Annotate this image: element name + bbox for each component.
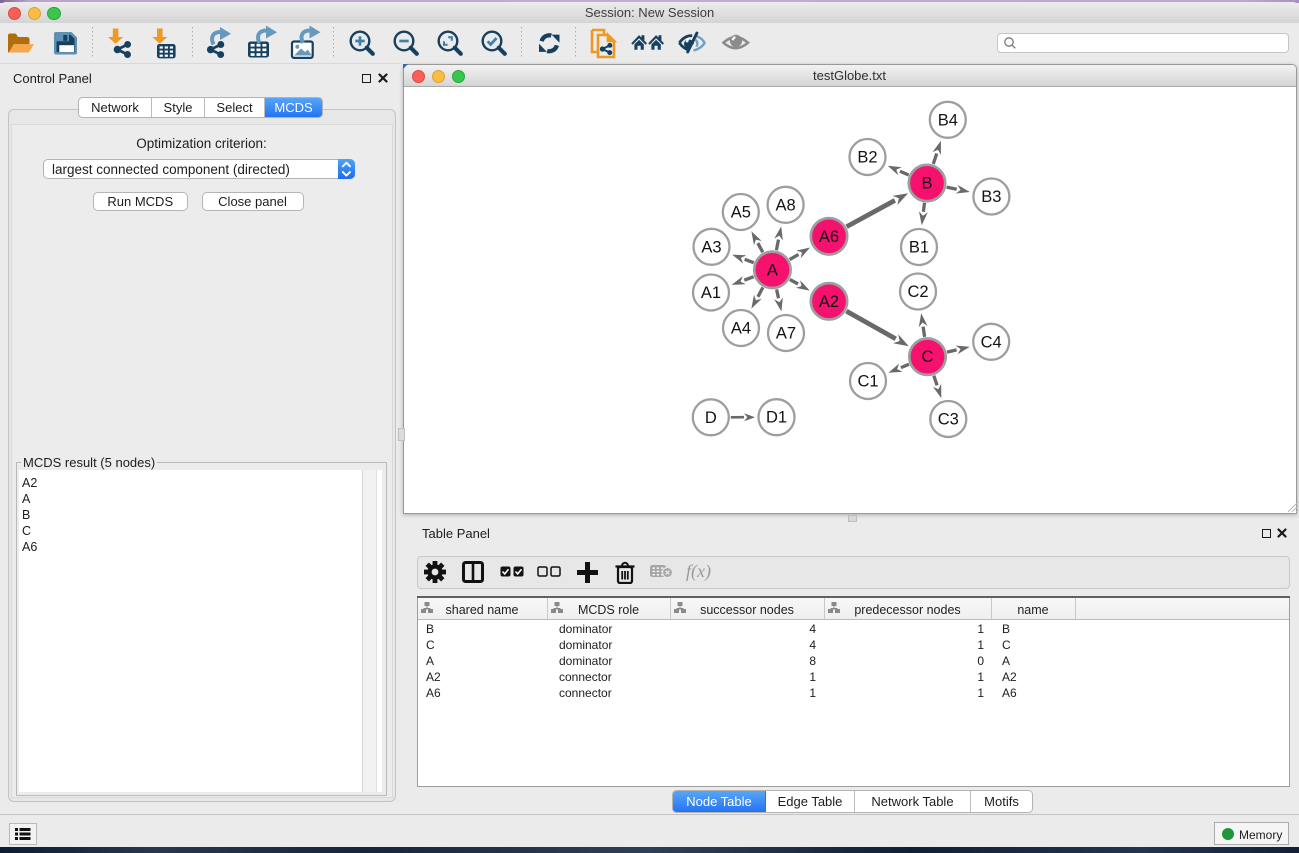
svg-text:A1: A1 [701,284,721,302]
svg-text:A7: A7 [776,325,796,343]
svg-text:A2: A2 [819,293,839,311]
svg-text:B: B [921,175,932,193]
svg-text:C2: C2 [907,283,928,301]
svg-text:B2: B2 [857,149,877,167]
svg-text:D: D [705,409,717,427]
svg-text:C: C [922,348,934,366]
svg-text:C4: C4 [981,333,1002,351]
svg-text:C1: C1 [857,373,878,391]
svg-text:A: A [767,261,778,279]
svg-text:B1: B1 [909,239,929,257]
svg-text:D1: D1 [766,409,787,427]
svg-text:A5: A5 [731,204,751,222]
svg-text:A8: A8 [776,196,796,214]
svg-text:B4: B4 [938,111,958,129]
svg-text:B3: B3 [981,188,1001,206]
svg-text:C3: C3 [938,411,959,429]
svg-text:A4: A4 [731,320,751,338]
svg-text:A6: A6 [819,228,839,246]
svg-text:A3: A3 [701,238,721,256]
